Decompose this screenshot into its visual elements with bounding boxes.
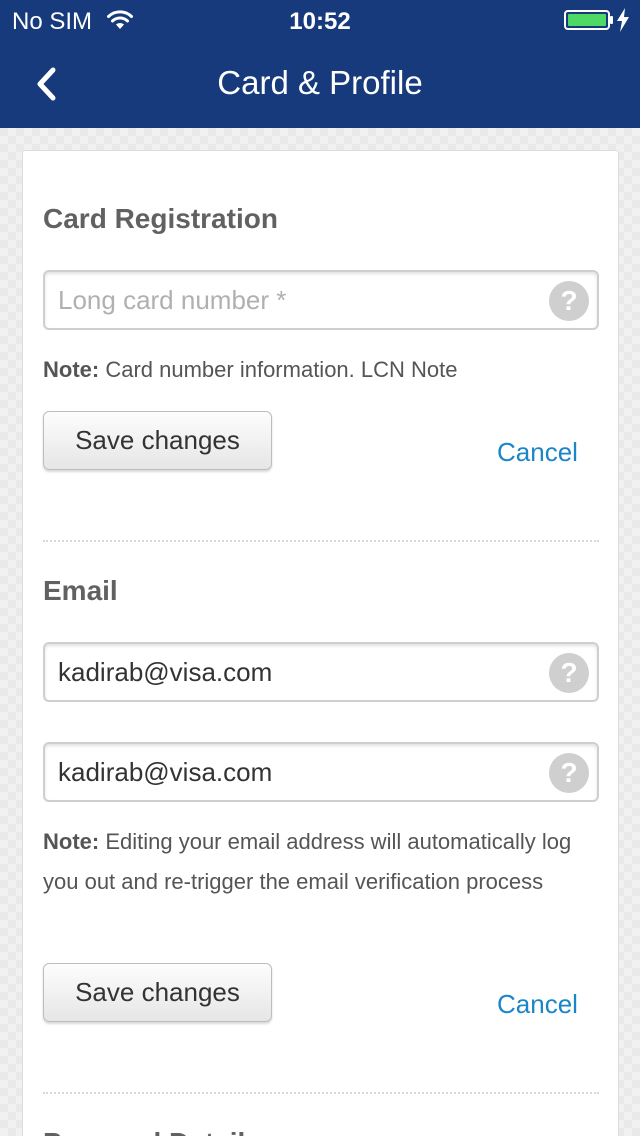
profile-card: Card Registration ? Note: Card number in… (22, 150, 619, 1136)
email-input[interactable] (45, 644, 597, 700)
page-title: Card & Profile (217, 64, 423, 101)
card-number-input[interactable] (45, 272, 597, 328)
status-bar: No SIM 10:52 (0, 0, 640, 40)
email-note: Note: Editing your email address will au… (43, 822, 603, 902)
card-save-button[interactable]: Save changes (43, 411, 272, 470)
card-cancel-link[interactable]: Cancel (497, 437, 578, 468)
note-label: Note: (43, 829, 100, 854)
email-save-button[interactable]: Save changes (43, 963, 272, 1022)
battery-icon (564, 10, 613, 30)
charging-bolt-icon (617, 8, 629, 32)
nav-bar: Card & Profile (0, 40, 640, 128)
card-number-note: Note: Card number information. LCN Note (43, 350, 603, 390)
personal-details-heading: Personal Details (43, 1127, 261, 1136)
section-divider (43, 540, 599, 542)
clock: 10:52 (289, 8, 351, 35)
email-cancel-link[interactable]: Cancel (497, 989, 578, 1020)
top-bar: No SIM 10:52 Card & Profile (0, 0, 640, 128)
note-text: Editing your email address will automati… (43, 829, 572, 894)
card-number-field: ? (43, 270, 599, 330)
note-label: Note: (43, 357, 100, 382)
card-registration-heading: Card Registration (43, 203, 278, 234)
help-icon[interactable]: ? (549, 653, 589, 693)
help-icon[interactable]: ? (549, 281, 589, 321)
help-icon[interactable]: ? (549, 753, 589, 793)
note-text: Card number information. LCN Note (99, 357, 458, 382)
confirm-email-field: ? (43, 742, 599, 802)
section-divider (43, 1092, 599, 1094)
email-field: ? (43, 642, 599, 702)
confirm-email-input[interactable] (45, 744, 597, 800)
email-heading: Email (43, 575, 118, 606)
